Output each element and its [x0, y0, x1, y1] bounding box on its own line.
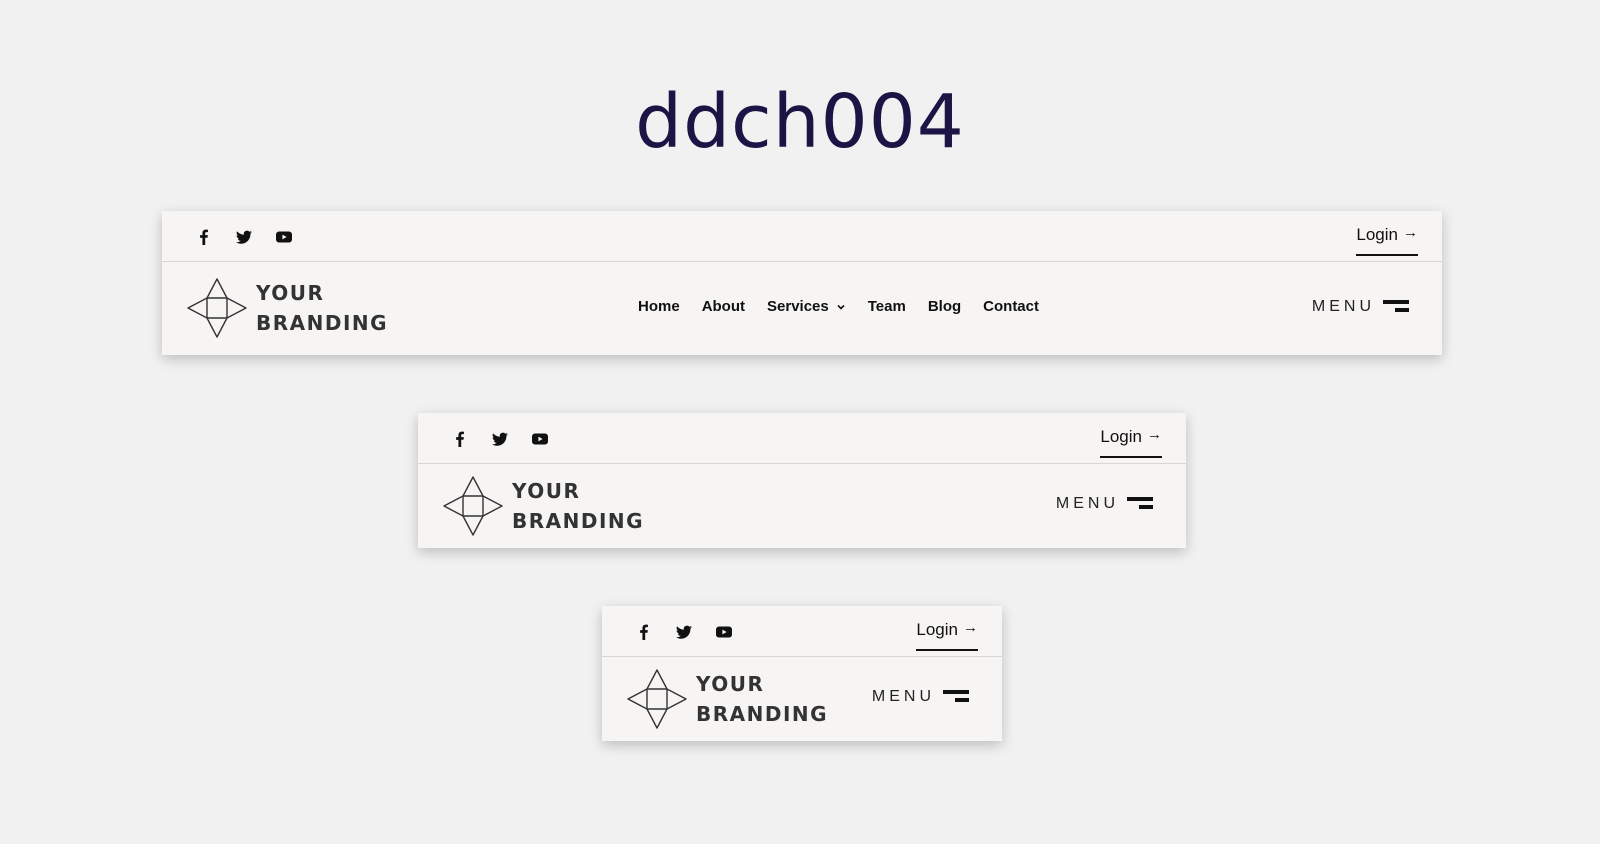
- main-nav: Home About Services Team Blog Contact: [638, 298, 1061, 315]
- nav-item-home[interactable]: Home: [638, 298, 680, 315]
- hamburger-icon: [1383, 300, 1409, 314]
- hamburger-icon: [1127, 497, 1153, 511]
- menu-button[interactable]: MENU: [1056, 494, 1153, 514]
- logo[interactable]: YOUR BRANDING: [626, 668, 828, 730]
- main-bar: YOUR BRANDING MENU: [602, 657, 1002, 740]
- top-bar: Login →: [602, 606, 1002, 657]
- arrow-right-icon: →: [1403, 224, 1418, 241]
- menu-label: MENU: [871, 688, 935, 705]
- nav-item-services-label: Services: [767, 298, 829, 315]
- header-mobile: Login → YOUR BRANDING MENU: [602, 606, 1002, 741]
- login-link[interactable]: Login →: [1356, 222, 1418, 256]
- hamburger-icon: [943, 690, 969, 704]
- login-label: Login: [916, 620, 958, 639]
- youtube-icon[interactable]: [274, 227, 294, 247]
- twitter-icon[interactable]: [674, 622, 694, 642]
- brand-name: YOUR BRANDING: [512, 476, 644, 536]
- login-label: Login: [1356, 225, 1398, 244]
- facebook-icon[interactable]: [194, 227, 214, 247]
- top-bar: Login →: [162, 211, 1442, 262]
- brand-line-1: YOUR: [512, 479, 581, 503]
- menu-label: MENU: [1055, 495, 1119, 512]
- logo-mark-icon: [626, 668, 688, 730]
- brand-line-2: BRANDING: [256, 311, 389, 335]
- brand-line-1: YOUR: [696, 672, 765, 696]
- header-desktop: Login → YOUR BRANDING Home About Service…: [162, 211, 1442, 355]
- nav-item-blog[interactable]: Blog: [928, 298, 961, 315]
- facebook-icon[interactable]: [634, 622, 654, 642]
- brand-name: YOUR BRANDING: [256, 278, 388, 338]
- social-links: [634, 622, 754, 642]
- login-link[interactable]: Login →: [1100, 424, 1162, 458]
- logo[interactable]: YOUR BRANDING: [442, 475, 644, 537]
- nav-item-contact[interactable]: Contact: [983, 298, 1039, 315]
- main-bar: YOUR BRANDING Home About Services Team B…: [162, 262, 1442, 354]
- facebook-icon[interactable]: [450, 429, 470, 449]
- nav-item-team[interactable]: Team: [868, 298, 906, 315]
- social-links: [194, 227, 314, 247]
- page-title: ddch004: [635, 79, 965, 165]
- login-link[interactable]: Login →: [916, 617, 978, 651]
- brand-line-1: YOUR: [256, 281, 325, 305]
- main-bar: YOUR BRANDING MENU: [418, 464, 1186, 547]
- logo-mark-icon: [186, 277, 248, 339]
- youtube-icon[interactable]: [714, 622, 734, 642]
- header-tablet: Login → YOUR BRANDING MENU: [418, 413, 1186, 548]
- menu-button[interactable]: MENU: [1312, 297, 1409, 317]
- top-bar: Login →: [418, 413, 1186, 464]
- nav-item-about[interactable]: About: [702, 298, 745, 315]
- chevron-down-icon: [836, 302, 846, 312]
- youtube-icon[interactable]: [530, 429, 550, 449]
- social-links: [450, 429, 570, 449]
- menu-label: MENU: [1311, 298, 1375, 315]
- brand-line-2: BRANDING: [696, 702, 829, 726]
- arrow-right-icon: →: [963, 619, 978, 636]
- arrow-right-icon: →: [1147, 426, 1162, 443]
- logo-mark-icon: [442, 475, 504, 537]
- twitter-icon[interactable]: [234, 227, 254, 247]
- menu-button[interactable]: MENU: [872, 687, 969, 707]
- brand-name: YOUR BRANDING: [696, 669, 828, 729]
- twitter-icon[interactable]: [490, 429, 510, 449]
- brand-line-2: BRANDING: [512, 509, 645, 533]
- logo[interactable]: YOUR BRANDING: [186, 277, 388, 339]
- login-label: Login: [1100, 427, 1142, 446]
- nav-item-services[interactable]: Services: [767, 298, 846, 315]
